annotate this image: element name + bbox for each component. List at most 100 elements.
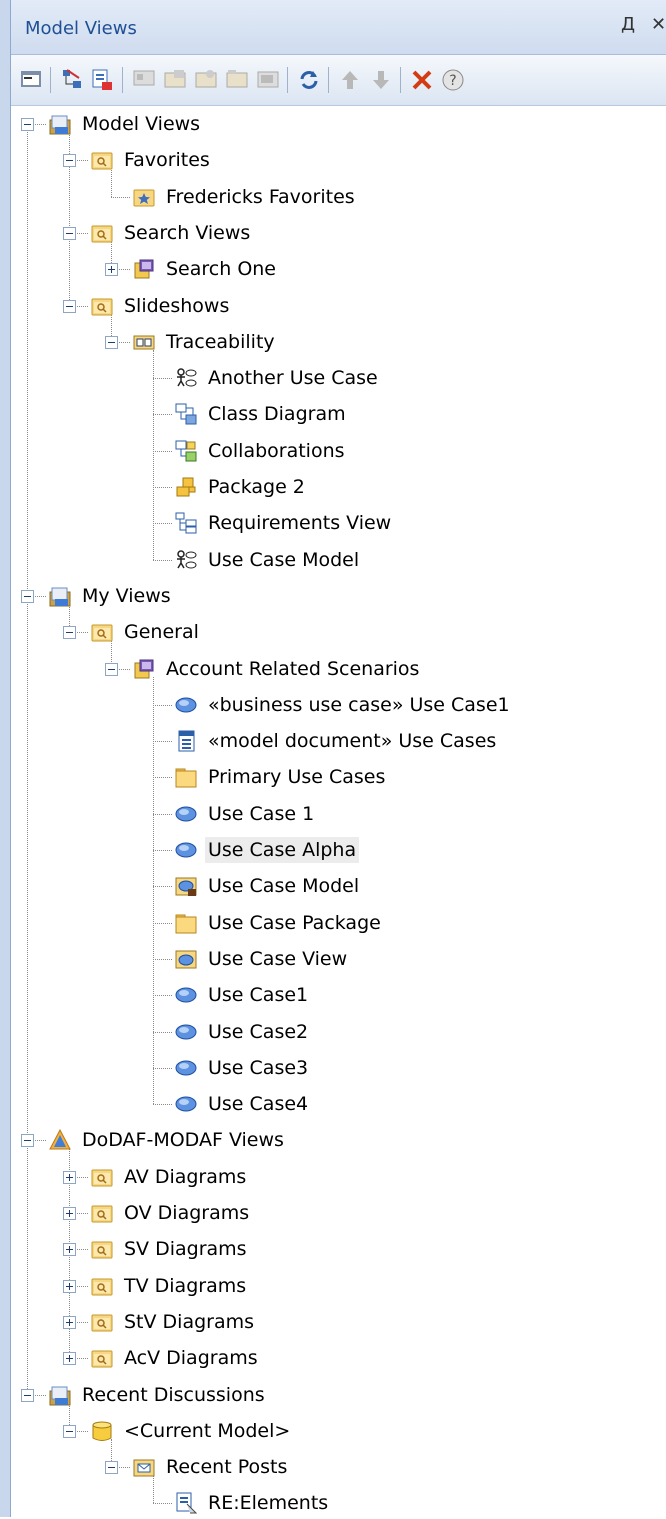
close-icon[interactable]: ✕ <box>651 14 666 35</box>
tree-node[interactable]: Use Case Alpha <box>175 834 360 866</box>
collapse-toggle[interactable] <box>63 626 76 640</box>
help-button[interactable]: ? <box>439 66 467 94</box>
tree-node[interactable]: AcV Diagrams <box>91 1342 261 1374</box>
tree-node[interactable]: SV Diagrams <box>91 1233 250 1265</box>
delete-button[interactable] <box>408 66 436 94</box>
collapse-toggle[interactable] <box>21 1388 34 1402</box>
tree-node[interactable]: Another Use Case <box>175 362 381 394</box>
tree-node[interactable]: Use Case 1 <box>175 798 317 830</box>
refresh-icon <box>300 71 318 89</box>
tree-node[interactable]: Search One <box>133 253 279 285</box>
tree-connector-stub <box>153 741 172 743</box>
use-case-icon <box>175 1057 197 1079</box>
collapse-toggle[interactable] <box>105 335 118 349</box>
collapse-toggle[interactable] <box>21 1134 34 1148</box>
tree-node[interactable]: Class Diagram <box>175 398 349 430</box>
expand-toggle[interactable] <box>63 1352 76 1366</box>
toolbar-separator <box>50 67 51 93</box>
expand-toggle[interactable] <box>63 1170 76 1184</box>
tree-connector-stub <box>153 922 172 924</box>
tree-node[interactable]: Traceability <box>133 326 278 358</box>
tree-node[interactable]: Recent Posts <box>133 1451 290 1483</box>
tree-node[interactable]: RE:Elements <box>175 1487 331 1519</box>
collapse-toggle[interactable] <box>63 1424 76 1438</box>
tree-node[interactable]: Model Views <box>49 108 203 140</box>
collapse-toggle[interactable] <box>63 226 76 240</box>
tree-node[interactable]: AV Diagrams <box>91 1161 249 1193</box>
use-case-icon <box>175 839 197 861</box>
tree-node[interactable]: Favorites <box>91 144 213 176</box>
collapse-toggle[interactable] <box>105 662 118 676</box>
use-case-model-icon <box>175 875 197 897</box>
tree-node[interactable]: Search Views <box>91 217 253 249</box>
add-folder-button[interactable] <box>254 66 282 94</box>
tree-connector-stub <box>153 1104 172 1106</box>
tree-node-label: SV Diagrams <box>124 1238 247 1261</box>
tree-node[interactable]: <Current Model> <box>91 1415 293 1447</box>
add-element-button[interactable] <box>192 66 220 94</box>
search-folder-icon <box>91 1166 113 1188</box>
refresh-button[interactable] <box>295 66 323 94</box>
tree-node[interactable]: General <box>91 616 202 648</box>
tree-node-label: «model document» Use Cases <box>208 730 497 753</box>
tree-node[interactable]: Slideshows <box>91 290 232 322</box>
post-icon <box>175 1492 198 1514</box>
model-views-tree: Model Views Favorites Fredericks Favorites… <box>11 106 666 1517</box>
tree-node[interactable]: Use Case Model <box>175 544 362 576</box>
tree-node-label: «business use case» Use Case1 <box>208 693 510 716</box>
tree-node[interactable]: Use Case Model <box>175 870 362 902</box>
tree-connector-stub <box>153 704 172 706</box>
new-search-view-button[interactable] <box>89 66 117 94</box>
new-slideshow-button[interactable] <box>130 66 158 94</box>
use-case-icon <box>175 803 197 825</box>
model-views-root-icon <box>49 585 71 607</box>
move-down-button[interactable] <box>367 66 395 94</box>
tree-node-label: Use Case Model <box>208 875 360 898</box>
tree-node[interactable]: TV Diagrams <box>91 1270 249 1302</box>
tree-node[interactable]: My Views <box>49 580 174 612</box>
tree-node-label: DoDAF-MODAF Views <box>82 1129 284 1152</box>
pin-icon[interactable]: Д <box>621 14 635 35</box>
tree-node[interactable]: Primary Use Cases <box>175 761 388 793</box>
tree-node[interactable]: Use Case2 <box>175 1016 311 1048</box>
tree-node[interactable]: OV Diagrams <box>91 1197 252 1229</box>
tree-node[interactable]: Requirements View <box>175 507 394 539</box>
expand-toggle[interactable] <box>105 263 118 277</box>
tree-node[interactable]: Use Case Package <box>175 907 384 939</box>
tree-node[interactable]: Fredericks Favorites <box>133 181 358 213</box>
tree-connector-stub <box>153 958 172 960</box>
dodaf-triangle-icon <box>49 1129 71 1151</box>
expand-toggle[interactable] <box>63 1243 76 1257</box>
expand-toggle[interactable] <box>63 1279 76 1293</box>
tree-node[interactable]: StV Diagrams <box>91 1306 257 1338</box>
tree-node[interactable]: «business use case» Use Case1 <box>175 689 513 721</box>
collapse-toggle[interactable] <box>21 118 34 131</box>
tree-node[interactable]: Collaborations <box>175 435 348 467</box>
tree-node[interactable]: Use Case3 <box>175 1052 311 1084</box>
tree-node[interactable]: «model document» Use Cases <box>175 725 499 757</box>
add-diagram-button[interactable] <box>161 66 189 94</box>
tree-node[interactable]: Account Related Scenarios <box>133 653 422 685</box>
tree-node-label: Use Case1 <box>208 984 309 1007</box>
tree-node[interactable]: Use Case1 <box>175 979 311 1011</box>
tree-node[interactable]: Recent Discussions <box>49 1379 268 1411</box>
properties-button[interactable] <box>17 66 45 94</box>
new-view-button[interactable] <box>58 66 86 94</box>
collapse-toggle[interactable] <box>105 1461 118 1475</box>
tree-node[interactable]: Use Case View <box>175 943 350 975</box>
expand-toggle[interactable] <box>63 1207 76 1220</box>
collapse-toggle[interactable] <box>63 299 76 313</box>
collapse-toggle[interactable] <box>63 154 76 168</box>
collapse-toggle[interactable] <box>21 589 34 603</box>
tree-connector-stub <box>153 1067 172 1069</box>
tree-node[interactable]: Use Case4 <box>175 1088 311 1120</box>
tree-node-label: StV Diagrams <box>124 1310 255 1333</box>
add-package-button[interactable] <box>223 66 251 94</box>
expand-toggle[interactable] <box>63 1315 76 1329</box>
tree-node[interactable]: DoDAF-MODAF Views <box>49 1124 287 1156</box>
tree-node[interactable]: Package 2 <box>175 471 308 503</box>
move-up-button[interactable] <box>336 66 364 94</box>
move-down-icon <box>373 71 389 89</box>
use-case-diagram-icon <box>175 549 197 571</box>
tree-node-label: Primary Use Cases <box>208 766 386 789</box>
